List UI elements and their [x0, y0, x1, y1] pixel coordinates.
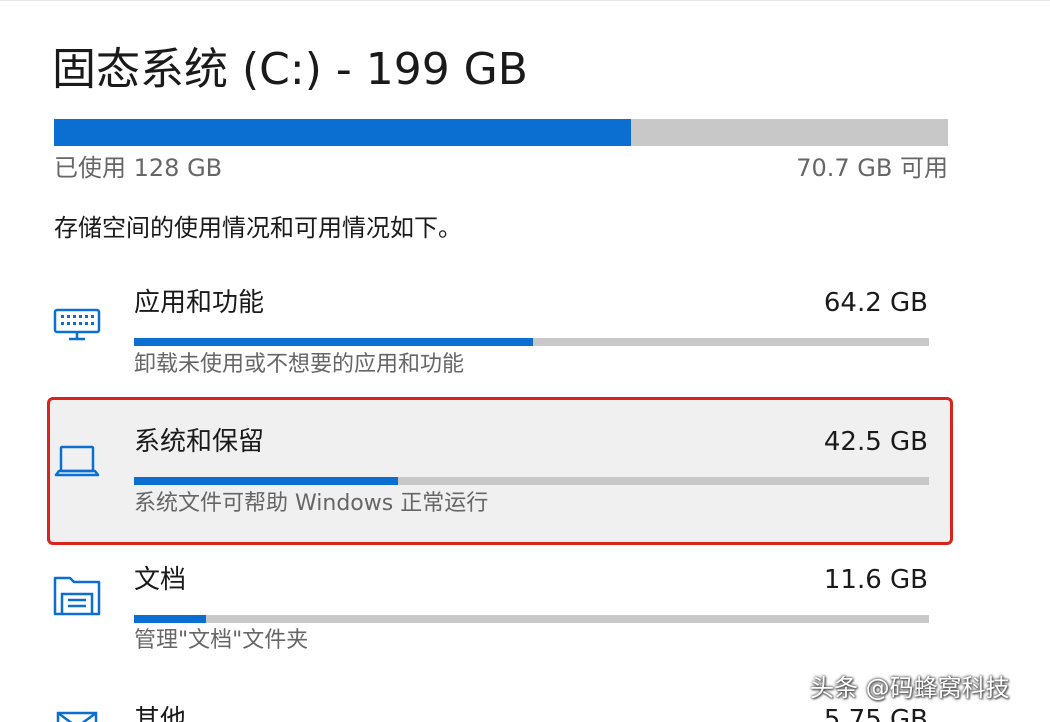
- category-subtitle: 卸载未使用或不想要的应用和功能: [134, 352, 465, 377]
- keyboard-icon: [52, 302, 102, 348]
- other-icon: [52, 711, 102, 722]
- category-name: 系统和保留: [134, 427, 265, 457]
- folder-icon: [52, 572, 102, 618]
- highlight-box: [47, 397, 953, 545]
- drive-title: 固态系统 (C:) - 199 GB: [52, 44, 528, 95]
- category-name: 其他: [134, 705, 187, 722]
- category-system-and-reserved[interactable]: 系统和保留 42.5 GB 系统文件可帮助 Windows 正常运行: [0, 397, 1050, 549]
- category-documents[interactable]: 文档 11.6 GB 管理"文档"文件夹: [0, 560, 1050, 670]
- category-subtitle: 系统文件可帮助 Windows 正常运行: [134, 491, 489, 516]
- category-name: 应用和功能: [134, 288, 265, 318]
- category-apps-and-features[interactable]: 应用和功能 64.2 GB 卸载未使用或不想要的应用和功能: [0, 262, 1050, 392]
- storage-description: 存储空间的使用情况和可用情况如下。: [54, 214, 462, 242]
- category-usage-bar-fill: [134, 477, 398, 485]
- category-usage-bar: [134, 338, 929, 346]
- used-space-label: 已使用 128 GB: [54, 154, 223, 182]
- category-size: 42.5 GB: [823, 427, 928, 457]
- category-subtitle: 管理"文档"文件夹: [134, 628, 309, 653]
- category-size: 5.75 GB: [823, 705, 928, 722]
- category-size: 64.2 GB: [823, 288, 928, 318]
- category-usage-bar: [134, 615, 929, 623]
- category-usage-bar-fill: [134, 615, 206, 623]
- category-usage-bar: [134, 477, 929, 485]
- laptop-icon: [52, 439, 102, 485]
- watermark: 头条 @码蜂窝科技: [810, 674, 1010, 702]
- category-usage-bar-fill: [134, 338, 534, 346]
- free-space-label: 70.7 GB 可用: [796, 154, 948, 182]
- drive-usage-bar: [54, 119, 948, 146]
- storage-page: 固态系统 (C:) - 199 GB 已使用 128 GB 70.7 GB 可用…: [0, 0, 1050, 722]
- drive-usage-bar-fill: [54, 119, 631, 146]
- category-size: 11.6 GB: [823, 565, 928, 595]
- category-name: 文档: [134, 565, 187, 595]
- top-divider: [0, 0, 1050, 1]
